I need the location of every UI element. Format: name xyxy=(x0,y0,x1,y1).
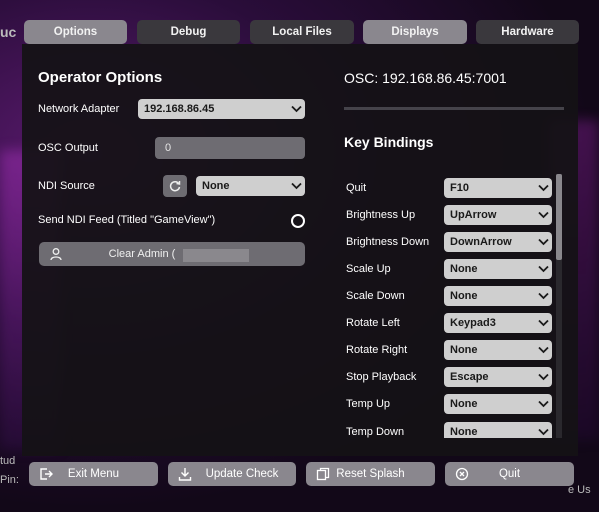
key-binding-row: Scale Up None xyxy=(346,259,554,279)
key-binding-dropdown[interactable]: DownArrow xyxy=(444,232,552,252)
edge-text-top-left: uc xyxy=(0,24,17,40)
close-circle-icon xyxy=(455,467,469,481)
key-binding-label: Temp Up xyxy=(346,398,391,410)
ndi-source-value: None xyxy=(202,180,230,192)
key-binding-value: UpArrow xyxy=(450,209,497,221)
network-adapter-value: 192.168.86.45 xyxy=(144,103,215,115)
key-binding-dropdown[interactable]: F10 xyxy=(444,178,552,198)
key-binding-value: Escape xyxy=(450,371,489,383)
refresh-button[interactable] xyxy=(163,175,187,197)
tab-displays[interactable]: Displays xyxy=(363,20,467,44)
key-binding-row: Rotate Right None xyxy=(346,340,554,360)
exit-icon xyxy=(40,468,53,480)
operator-options-title: Operator Options xyxy=(38,69,163,86)
key-binding-row: Brightness Down DownArrow xyxy=(346,232,554,252)
send-ndi-label: Send NDI Feed (Titled "GameView") xyxy=(38,214,216,226)
key-binding-dropdown[interactable]: None xyxy=(444,259,552,279)
key-binding-dropdown[interactable]: None xyxy=(444,394,552,414)
key-bindings-title: Key Bindings xyxy=(344,134,434,150)
key-binding-label: Brightness Down xyxy=(346,236,430,248)
user-icon xyxy=(50,248,62,261)
osc-output-input[interactable]: 0 xyxy=(155,137,305,159)
key-binding-label: Rotate Right xyxy=(346,344,408,356)
key-binding-row: Quit F10 xyxy=(346,178,554,198)
clear-admin-label: Clear Admin ( xyxy=(108,248,176,260)
key-binding-dropdown[interactable]: None xyxy=(444,340,552,360)
osc-address: OSC: 192.168.86.45:7001 xyxy=(344,70,507,86)
key-binding-dropdown[interactable]: Escape xyxy=(444,367,552,387)
key-binding-label: Scale Down xyxy=(346,290,405,302)
chevron-down-icon xyxy=(534,368,552,386)
quit-button[interactable]: Quit xyxy=(445,462,574,486)
download-icon xyxy=(178,468,192,481)
key-binding-value: None xyxy=(450,398,478,410)
redacted-text xyxy=(183,249,249,262)
key-binding-value: None xyxy=(450,426,478,438)
update-check-label: Update Check xyxy=(205,468,279,480)
tab-hardware[interactable]: Hardware xyxy=(476,20,579,44)
key-binding-value: DownArrow xyxy=(450,236,512,248)
key-binding-label: Scale Up xyxy=(346,263,391,275)
key-binding-label: Rotate Left xyxy=(346,317,400,329)
key-binding-row: Temp Up None xyxy=(346,394,554,414)
quit-label: Quit xyxy=(498,468,521,480)
update-check-button[interactable]: Update Check xyxy=(168,462,296,486)
key-binding-dropdown[interactable]: None xyxy=(444,286,552,306)
key-binding-value: Keypad3 xyxy=(450,317,496,329)
key-binding-row: Rotate Left Keypad3 xyxy=(346,313,554,333)
chevron-down-icon xyxy=(534,233,552,251)
reset-splash-button[interactable]: Reset Splash xyxy=(306,462,435,486)
key-binding-value: None xyxy=(450,290,478,302)
reset-splash-label: Reset Splash xyxy=(336,468,405,480)
edge-text-left-top: tud xyxy=(0,455,16,467)
tab-debug[interactable]: Debug xyxy=(137,20,240,44)
copy-icon xyxy=(316,467,330,481)
key-bindings-list: Quit F10 Brightness Up UpArrow Brightnes… xyxy=(340,174,556,438)
osc-output-label: OSC Output xyxy=(38,142,98,154)
edge-text-left-bottom: Pin: xyxy=(0,474,19,486)
ndi-source-label: NDI Source xyxy=(38,180,95,192)
key-binding-dropdown[interactable]: None xyxy=(444,422,552,438)
key-binding-row: Scale Down None xyxy=(346,286,554,306)
key-binding-row: Stop Playback Escape xyxy=(346,367,554,387)
key-binding-value: None xyxy=(450,344,478,356)
send-ndi-toggle[interactable] xyxy=(291,214,305,228)
chevron-down-icon xyxy=(534,395,552,413)
key-bindings-scroll-thumb[interactable] xyxy=(556,174,562,260)
tab-options[interactable]: Options xyxy=(24,20,127,44)
key-binding-row: Brightness Up UpArrow xyxy=(346,205,554,225)
chevron-down-icon xyxy=(534,423,552,438)
key-binding-row: Temp Down None xyxy=(346,422,554,438)
chevron-down-icon xyxy=(287,177,305,195)
exit-menu-button[interactable]: Exit Menu xyxy=(29,462,158,486)
key-binding-dropdown[interactable]: UpArrow xyxy=(444,205,552,225)
key-binding-value: F10 xyxy=(450,182,469,194)
network-adapter-dropdown[interactable]: 192.168.86.45 xyxy=(138,99,305,119)
ndi-source-dropdown[interactable]: None xyxy=(196,176,305,196)
chevron-down-icon xyxy=(534,341,552,359)
chevron-down-icon xyxy=(287,100,305,118)
network-adapter-label: Network Adapter xyxy=(38,103,120,115)
key-binding-label: Temp Down xyxy=(346,426,405,438)
key-binding-value: None xyxy=(450,263,478,275)
exit-menu-label: Exit Menu xyxy=(67,468,120,480)
key-binding-label: Brightness Up xyxy=(346,209,416,221)
key-binding-label: Stop Playback xyxy=(346,371,417,383)
key-binding-dropdown[interactable]: Keypad3 xyxy=(444,313,552,333)
chevron-down-icon xyxy=(534,314,552,332)
clear-admin-button[interactable]: Clear Admin ( xyxy=(39,242,305,266)
divider xyxy=(344,107,564,110)
key-binding-label: Quit xyxy=(346,182,367,194)
tab-local-files[interactable]: Local Files xyxy=(250,20,354,44)
chevron-down-icon xyxy=(534,287,552,305)
chevron-down-icon xyxy=(534,179,552,197)
chevron-down-icon xyxy=(534,260,552,278)
refresh-icon xyxy=(169,180,181,192)
edge-text-right-bottom: e Us xyxy=(568,484,591,496)
chevron-down-icon xyxy=(534,206,552,224)
